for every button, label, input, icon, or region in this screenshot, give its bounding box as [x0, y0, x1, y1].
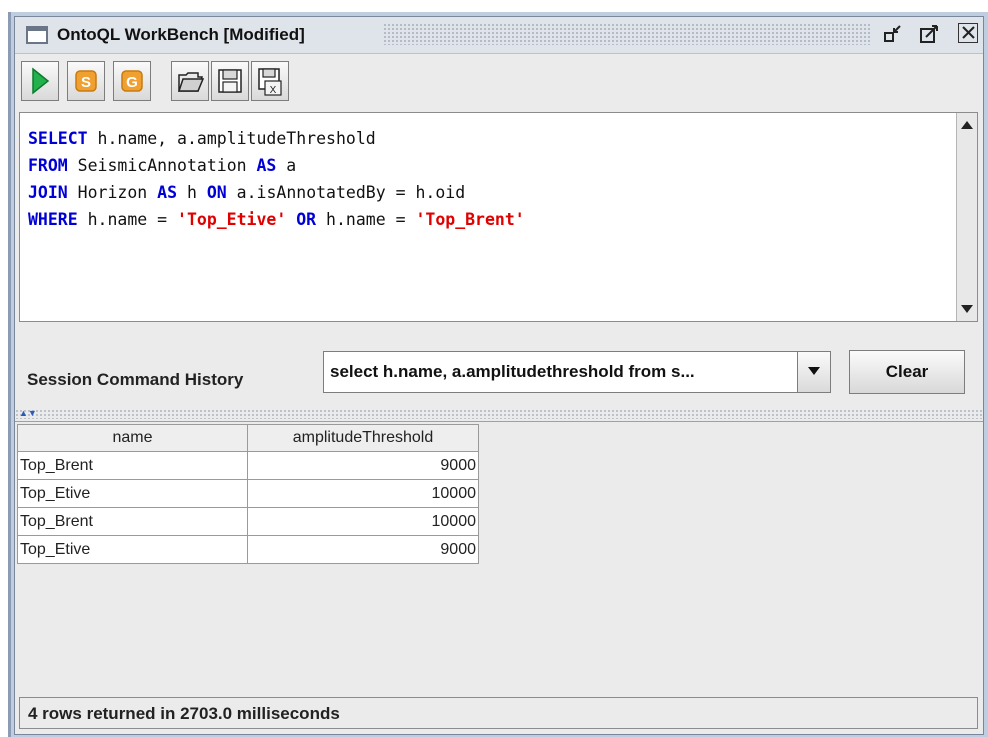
maximize-icon[interactable] [917, 23, 941, 45]
sql-text: h.name = [77, 210, 178, 229]
sql-text: SeismicAnnotation [67, 156, 257, 175]
title-bar[interactable]: OntoQL WorkBench [Modified] [15, 17, 983, 54]
svg-text:X: X [270, 85, 277, 96]
results-panel: name amplitudeThreshold Top_Brent 9000 T… [15, 421, 983, 691]
open-file-button[interactable] [171, 61, 209, 101]
folder-open-icon [177, 72, 205, 92]
table-row[interactable]: Top_Brent 9000 [17, 451, 479, 480]
frame-edge [8, 12, 11, 737]
query-line: JOIN Horizon AS h ON a.isAnnotatedBy = h… [28, 179, 525, 206]
floppy-disk-x-icon: X [258, 68, 282, 96]
sql-keyword: AS [157, 183, 178, 202]
scroll-up-icon[interactable] [961, 121, 973, 129]
cell-name[interactable]: Top_Etive [17, 479, 248, 508]
floppy-disk-icon [218, 69, 242, 93]
play-icon [32, 67, 50, 95]
chevron-down-icon[interactable] [797, 352, 830, 392]
editor-scrollbar[interactable] [956, 113, 977, 321]
save-button[interactable] [211, 61, 249, 101]
sql-string: 'Top_Etive' [177, 210, 287, 229]
query-line: WHERE h.name = 'Top_Etive' OR h.name = '… [28, 206, 525, 233]
query-line: SELECT h.name, a.amplitudeThreshold [28, 125, 525, 152]
script-g-button[interactable]: G [113, 61, 151, 101]
sql-text: h.name, a.amplitudeThreshold [87, 129, 376, 148]
split-arrows-icon[interactable]: ▲▼ [19, 409, 37, 418]
table-row[interactable]: Top_Etive 9000 [17, 535, 479, 564]
table-row[interactable]: Top_Etive 10000 [17, 479, 479, 508]
workbench-window: OntoQL WorkBench [Modified] S G X SELECT… [14, 16, 984, 735]
svg-text:S: S [81, 74, 91, 91]
status-text: 4 rows returned in 2703.0 milliseconds [28, 704, 340, 723]
script-g-icon: G [121, 70, 143, 92]
minimize-icon[interactable] [881, 23, 905, 45]
sql-keyword: FROM [28, 156, 68, 175]
run-query-button[interactable] [21, 61, 59, 101]
window-icon [26, 26, 48, 44]
script-s-icon: S [75, 70, 97, 92]
title-bar-grip [383, 23, 871, 45]
split-pane-divider[interactable] [15, 409, 983, 419]
session-history-dropdown[interactable]: select h.name, a.amplitudethreshold from… [323, 351, 831, 393]
table-row[interactable]: Top_Brent 10000 [17, 507, 479, 536]
query-editor[interactable]: SELECT h.name, a.amplitudeThreshold FROM … [19, 112, 978, 322]
sql-text: a.isAnnotatedBy = h.oid [226, 183, 466, 202]
cell-amplitude[interactable]: 9000 [247, 535, 479, 564]
cell-amplitude[interactable]: 10000 [247, 507, 479, 536]
sql-keyword: WHERE [28, 210, 78, 229]
cell-name[interactable]: Top_Etive [17, 535, 248, 564]
results-table: name amplitudeThreshold Top_Brent 9000 T… [17, 424, 479, 564]
sql-keyword: ON [206, 183, 227, 202]
cell-amplitude[interactable]: 9000 [247, 451, 479, 480]
scroll-down-icon[interactable] [961, 305, 973, 313]
svg-text:G: G [126, 74, 138, 91]
query-line: FROM SeismicAnnotation AS a [28, 152, 525, 179]
clear-button[interactable]: Clear [849, 350, 965, 394]
sql-string: 'Top_Brent' [415, 210, 525, 229]
status-bar: 4 rows returned in 2703.0 milliseconds [19, 697, 978, 729]
sql-text: a [276, 156, 297, 175]
session-history-value: select h.name, a.amplitudethreshold from… [330, 362, 695, 381]
sql-keyword: SELECT [28, 129, 88, 148]
sql-keyword: OR [296, 210, 317, 229]
cell-name[interactable]: Top_Brent [17, 451, 248, 480]
sql-keyword: AS [256, 156, 277, 175]
sql-text: h [177, 183, 207, 202]
cell-name[interactable]: Top_Brent [17, 507, 248, 536]
table-header-row: name amplitudeThreshold [17, 424, 479, 452]
sql-text: Horizon [67, 183, 158, 202]
column-header-amplitude[interactable]: amplitudeThreshold [247, 424, 479, 452]
close-icon[interactable] [958, 23, 978, 43]
save-as-button[interactable]: X [251, 61, 289, 101]
query-text[interactable]: SELECT h.name, a.amplitudeThreshold FROM … [28, 125, 525, 233]
window-title: OntoQL WorkBench [Modified] [57, 25, 305, 44]
cell-amplitude[interactable]: 10000 [247, 479, 479, 508]
column-header-name[interactable]: name [17, 424, 248, 452]
session-history-label: Session Command History [27, 370, 244, 389]
sql-text: h.name = [316, 210, 416, 229]
sql-keyword: JOIN [28, 183, 68, 202]
script-s-button[interactable]: S [67, 61, 105, 101]
